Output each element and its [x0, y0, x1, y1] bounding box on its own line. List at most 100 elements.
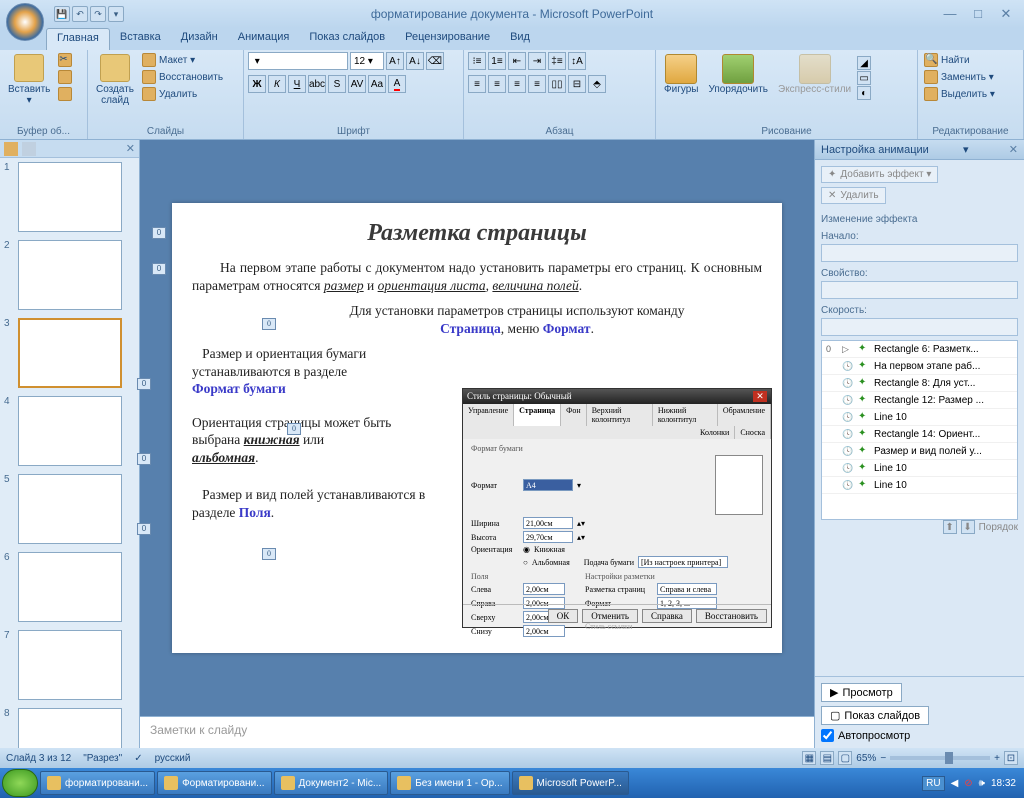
- normal-view-button[interactable]: ▦: [802, 751, 816, 765]
- speed-combo[interactable]: [821, 318, 1018, 336]
- animation-list-item[interactable]: 0▷✦Rectangle 6: Разметк...: [822, 341, 1017, 358]
- remove-effect-button[interactable]: ✕Удалить: [821, 187, 886, 204]
- copy-button[interactable]: [56, 69, 74, 85]
- paste-button[interactable]: Вставить▾: [4, 52, 54, 108]
- strike-button[interactable]: abc: [308, 75, 326, 93]
- taskbar-item[interactable]: Форматировани...: [157, 771, 271, 795]
- tab-slideshow[interactable]: Показ слайдов: [299, 28, 395, 50]
- zoom-slider[interactable]: [890, 756, 990, 760]
- cut-button[interactable]: ✂: [56, 52, 74, 68]
- animation-list-item[interactable]: 🕓✦Rectangle 8: Для уст...: [822, 375, 1017, 392]
- taskbar-item[interactable]: форматировани...: [40, 771, 155, 795]
- clock[interactable]: 18:32: [991, 778, 1016, 789]
- start-combo[interactable]: [821, 244, 1018, 262]
- shrink-font-button[interactable]: A↓: [406, 52, 424, 70]
- thumbnail-slide-5[interactable]: 5: [0, 470, 139, 548]
- indent-dec-button[interactable]: ⇤: [508, 52, 526, 70]
- tab-review[interactable]: Рецензирование: [395, 28, 500, 50]
- taskbar-item[interactable]: Документ2 - Mic...: [274, 771, 389, 795]
- fit-window-button[interactable]: ⊡: [1004, 751, 1018, 765]
- format-painter-button[interactable]: [56, 86, 74, 102]
- find-button[interactable]: 🔍Найти: [922, 52, 997, 68]
- anim-pane-menu-icon[interactable]: ▾: [963, 143, 969, 156]
- font-family-combo[interactable]: ▾: [248, 52, 348, 70]
- justify-button[interactable]: ≡: [528, 75, 546, 93]
- clear-format-button[interactable]: ⌫: [426, 52, 444, 70]
- tray-icon[interactable]: ◀: [951, 778, 959, 789]
- align-left-button[interactable]: ≡: [468, 75, 486, 93]
- move-up-button[interactable]: ⬆: [943, 520, 957, 534]
- close-anim-pane-icon[interactable]: ✕: [1009, 143, 1018, 156]
- add-effect-button[interactable]: ✦Добавить эффект ▾: [821, 166, 938, 183]
- reset-button[interactable]: Восстановить: [140, 69, 225, 85]
- slideshow-view-button[interactable]: ▢: [838, 751, 852, 765]
- thumbnail-slide-2[interactable]: 2: [0, 236, 139, 314]
- tab-home[interactable]: Главная: [46, 28, 110, 50]
- slide-canvas[interactable]: 0 0 0 Разметка страницы На первом этапе …: [172, 203, 782, 653]
- taskbar-item[interactable]: Без имени 1 - Op...: [390, 771, 509, 795]
- tray-icon[interactable]: ⊘: [964, 778, 972, 789]
- tab-animation[interactable]: Анимация: [228, 28, 300, 50]
- indent-inc-button[interactable]: ⇥: [528, 52, 546, 70]
- sorter-view-button[interactable]: ▤: [820, 751, 834, 765]
- thumbnail-slide-7[interactable]: 7: [0, 626, 139, 704]
- replace-button[interactable]: Заменить ▾: [922, 69, 997, 85]
- thumbnail-slide-4[interactable]: 4: [0, 392, 139, 470]
- autopreview-checkbox[interactable]: Автопросмотр: [821, 729, 1018, 742]
- language-indicator[interactable]: русский: [155, 753, 191, 764]
- tab-design[interactable]: Дизайн: [171, 28, 228, 50]
- numbering-button[interactable]: 1≡: [488, 52, 506, 70]
- line-spacing-button[interactable]: ‡≡: [548, 52, 566, 70]
- delete-slide-button[interactable]: Удалить: [140, 86, 225, 102]
- grow-font-button[interactable]: A↑: [386, 52, 404, 70]
- italic-button[interactable]: К: [268, 75, 286, 93]
- slides-tab-icon[interactable]: [4, 142, 18, 156]
- layout-button[interactable]: Макет ▾: [140, 52, 225, 68]
- align-center-button[interactable]: ≡: [488, 75, 506, 93]
- shadow-button[interactable]: S: [328, 75, 346, 93]
- arrange-button[interactable]: Упорядочить: [704, 52, 772, 97]
- slideshow-button[interactable]: ▢Показ слайдов: [821, 706, 929, 725]
- smartart-button[interactable]: ⬘: [588, 75, 606, 93]
- bold-button[interactable]: Ж: [248, 75, 266, 93]
- spacing-button[interactable]: AV: [348, 75, 366, 93]
- align-text-button[interactable]: ⊟: [568, 75, 586, 93]
- start-button[interactable]: [2, 769, 38, 797]
- zoom-level[interactable]: 65%: [856, 753, 876, 764]
- tray-icon[interactable]: 🕪: [979, 778, 985, 789]
- thumbnail-slide-1[interactable]: 1: [0, 158, 139, 236]
- thumbnail-slide-8[interactable]: 8: [0, 704, 139, 748]
- font-color-button[interactable]: A: [388, 75, 406, 93]
- case-button[interactable]: Aa: [368, 75, 386, 93]
- move-down-button[interactable]: ⬇: [961, 520, 975, 534]
- animation-list-item[interactable]: 🕓✦Line 10: [822, 477, 1017, 494]
- columns-button[interactable]: ▯▯: [548, 75, 566, 93]
- animation-list-item[interactable]: 🕓✦Rectangle 12: Размер ...: [822, 392, 1017, 409]
- animation-list-item[interactable]: 🕓✦Line 10: [822, 409, 1017, 426]
- close-thumb-pane-icon[interactable]: ✕: [126, 142, 135, 155]
- animation-list-item[interactable]: 🕓✦На первом этапе раб...: [822, 358, 1017, 375]
- animation-list-item[interactable]: 🕓✦Размер и вид полей у...: [822, 443, 1017, 460]
- language-bar[interactable]: RU: [922, 776, 944, 791]
- notes-pane[interactable]: Заметки к слайду: [140, 716, 814, 748]
- taskbar-item[interactable]: Microsoft PowerP...: [512, 771, 629, 795]
- bullets-button[interactable]: ⁝≡: [468, 52, 486, 70]
- zoom-in-button[interactable]: +: [994, 753, 1000, 764]
- text-direction-button[interactable]: ↕A: [568, 52, 586, 70]
- office-button[interactable]: [6, 3, 44, 41]
- shape-effects-button[interactable]: ◐: [857, 86, 871, 100]
- tab-view[interactable]: Вид: [500, 28, 540, 50]
- shapes-button[interactable]: Фигуры: [660, 52, 702, 97]
- select-button[interactable]: Выделить ▾: [922, 86, 997, 102]
- animation-list-item[interactable]: 🕓✦Line 10: [822, 460, 1017, 477]
- quick-styles-button[interactable]: Экспресс-стили: [774, 52, 855, 97]
- tab-insert[interactable]: Вставка: [110, 28, 171, 50]
- thumbnail-slide-6[interactable]: 6: [0, 548, 139, 626]
- new-slide-button[interactable]: Создать слайд: [92, 52, 138, 108]
- font-size-combo[interactable]: 12 ▾: [350, 52, 384, 70]
- property-combo[interactable]: [821, 281, 1018, 299]
- preview-button[interactable]: ▶Просмотр: [821, 683, 902, 702]
- underline-button[interactable]: Ч: [288, 75, 306, 93]
- shape-fill-button[interactable]: ◢: [857, 56, 871, 70]
- zoom-out-button[interactable]: −: [880, 753, 886, 764]
